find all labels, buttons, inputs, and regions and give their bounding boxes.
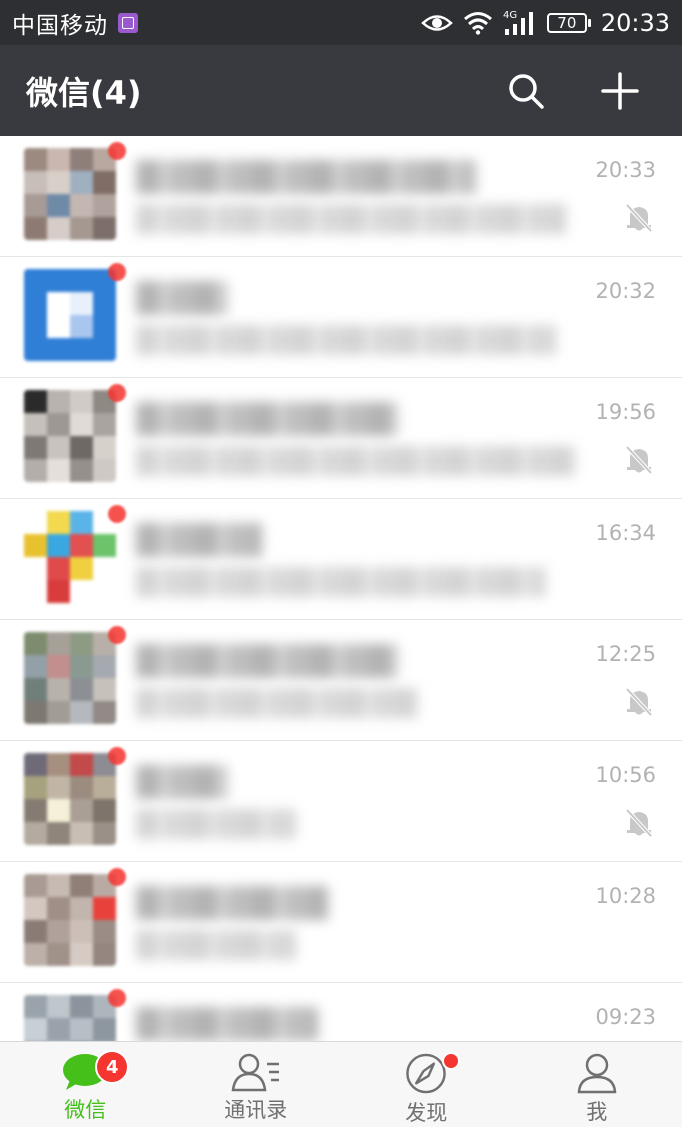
avatar-image [24, 511, 116, 603]
chat-name-redacted [136, 281, 228, 315]
search-icon [509, 73, 544, 109]
unread-dot [108, 626, 126, 644]
mute-bell-icon [625, 687, 653, 717]
chat-name-redacted [136, 1007, 318, 1041]
tab-label: 发现 [405, 1101, 448, 1125]
avatar-image [24, 874, 116, 966]
chat-time: 20:32 [595, 279, 656, 303]
unread-dot [108, 989, 126, 1007]
chat-time: 20:33 [595, 158, 656, 182]
discover-new-dot [442, 1052, 461, 1070]
chat-list[interactable]: 20:33 20:32 19:56 16:34 12:25 10:56 10:28 09:23 [0, 136, 682, 1041]
unread-count-badge: 4 [95, 1050, 130, 1084]
unread-dot [108, 868, 126, 886]
avatar-image [24, 632, 116, 724]
wifi-icon [463, 11, 492, 35]
contacts-icon [231, 1053, 279, 1092]
chat-list-item[interactable]: 12:25 [0, 620, 682, 741]
tab-label: 通讯录 [224, 1098, 288, 1122]
chat-list-item[interactable]: 20:32 [0, 257, 682, 378]
chat-time: 09:23 [595, 1005, 656, 1029]
mute-bell-icon [625, 203, 653, 233]
chat-preview-redacted [136, 446, 576, 476]
signal-icon: 4G [503, 10, 533, 35]
chat-name-redacted [136, 402, 398, 436]
battery-level: 70 [557, 13, 577, 32]
battery-indicator: 70 [546, 12, 591, 33]
chat-time: 19:56 [595, 400, 656, 424]
header-actions [496, 61, 682, 121]
chat-list-item[interactable]: 16:34 [0, 499, 682, 620]
status-indicators: 4G 70 20:33 [420, 8, 670, 37]
tab-label: 我 [586, 1100, 608, 1124]
chat-avatar[interactable] [24, 989, 126, 1041]
avatar-image [24, 148, 116, 240]
tab-label: 微信 [64, 1098, 107, 1122]
status-bar: 中国移动 4G 70 20:33 [0, 0, 682, 45]
chat-list-item[interactable]: 20:33 [0, 136, 682, 257]
gallery-notification-icon [118, 12, 138, 33]
chat-time: 12:25 [595, 642, 656, 666]
tab-chats[interactable]: 4 微信 [0, 1042, 171, 1127]
carrier-name: 中国移动 [12, 12, 108, 39]
chat-preview-redacted [136, 204, 566, 234]
network-type-label: 4G [503, 10, 517, 21]
add-button[interactable] [590, 61, 650, 121]
app-header: 微信(4) [0, 45, 682, 136]
chat-time: 16:34 [595, 521, 656, 545]
bottom-tab-bar: 4 微信 通讯录 发现 我 [0, 1041, 682, 1127]
mute-bell-icon [625, 808, 653, 838]
person-icon [577, 1053, 617, 1094]
avatar-image [24, 995, 116, 1041]
chat-avatar[interactable] [24, 142, 126, 240]
chat-list-item[interactable]: 19:56 [0, 378, 682, 499]
search-button[interactable] [496, 61, 556, 121]
unread-dot [108, 384, 126, 402]
chat-name-redacted [136, 765, 228, 799]
chat-preview-redacted [136, 567, 546, 597]
chat-list-item[interactable]: 10:56 [0, 741, 682, 862]
chat-avatar[interactable] [24, 747, 126, 845]
chat-avatar[interactable] [24, 384, 126, 482]
page-title: 微信(4) [26, 73, 142, 112]
unread-dot [108, 747, 126, 765]
chat-avatar[interactable] [24, 626, 126, 724]
chat-name-redacted [136, 886, 328, 920]
chat-avatar[interactable] [24, 868, 126, 966]
eye-icon [420, 14, 453, 31]
avatar-image [24, 753, 116, 845]
status-clock: 20:33 [600, 8, 670, 37]
tab-contacts[interactable]: 通讯录 [171, 1042, 342, 1127]
chat-list-item[interactable]: 09:23 [0, 983, 682, 1041]
chat-name-redacted [136, 644, 398, 678]
chat-list-item[interactable]: 10:28 [0, 862, 682, 983]
chat-time: 10:28 [595, 884, 656, 908]
avatar-image [24, 390, 116, 482]
wechat-screen: 中国移动 4G 70 20:33 微信(4) 20:33 20:32 19:56… [0, 0, 682, 1127]
chat-preview-redacted [136, 325, 556, 355]
chat-name-redacted [136, 160, 476, 194]
mute-bell-icon [625, 445, 653, 475]
avatar-image [24, 269, 116, 361]
chat-name-redacted [136, 523, 262, 557]
chat-preview-redacted [136, 809, 296, 839]
tab-discover[interactable]: 发现 [341, 1042, 512, 1127]
chat-avatar[interactable] [24, 505, 126, 603]
chat-time: 10:56 [595, 763, 656, 787]
chat-preview-redacted [136, 930, 296, 960]
unread-dot [108, 505, 126, 523]
chat-avatar[interactable] [24, 263, 126, 361]
unread-dot [108, 263, 126, 281]
unread-dot [108, 142, 126, 160]
plus-icon [601, 71, 639, 110]
chat-preview-redacted [136, 688, 418, 718]
tab-me[interactable]: 我 [512, 1042, 682, 1127]
